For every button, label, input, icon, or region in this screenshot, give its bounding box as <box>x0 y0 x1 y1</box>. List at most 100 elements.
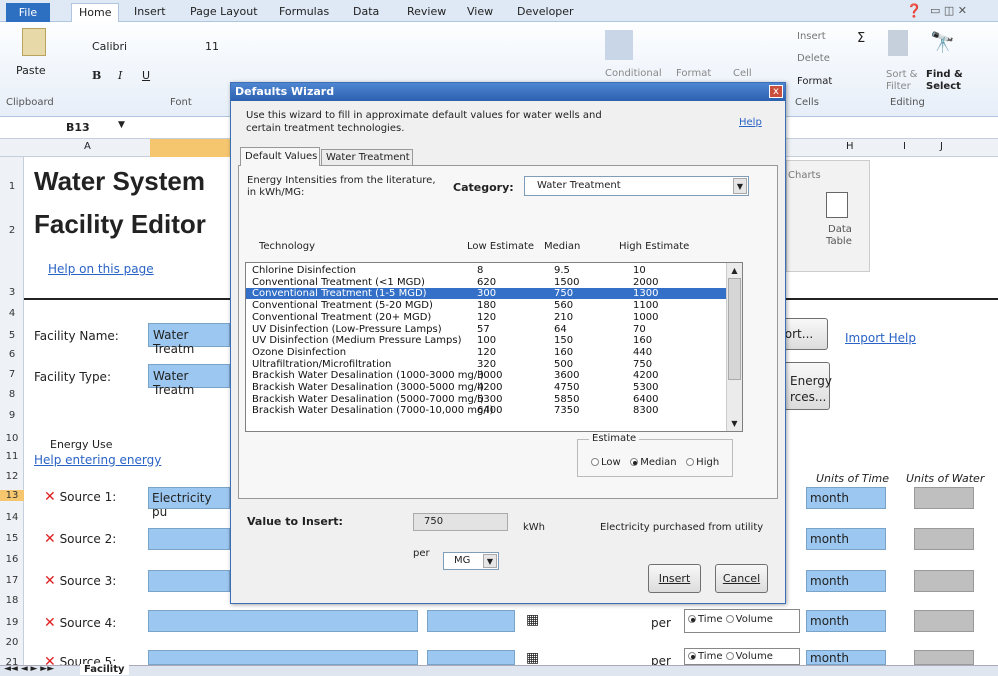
technology-list[interactable]: Chlorine Disinfection 8 9.5 10 Conventional … <box>245 262 743 432</box>
row-header[interactable]: 6 <box>0 349 24 360</box>
tab-insert[interactable]: Insert <box>127 3 173 22</box>
list-scrollbar[interactable]: ▲ ▼ <box>726 263 742 431</box>
font-size[interactable]: 11 <box>205 40 219 53</box>
delete-source-icon[interactable]: ✕ <box>44 615 56 631</box>
close-icon[interactable]: x <box>769 85 783 98</box>
sheet-nav-icon[interactable]: ◄◄ ◄ ► ►► <box>4 664 54 674</box>
row-header[interactable]: 11 <box>0 451 24 462</box>
find-label[interactable]: Find & <box>926 69 963 80</box>
low-radio[interactable] <box>591 458 599 466</box>
tab-page-layout[interactable]: Page Layout <box>183 3 265 22</box>
format-cells[interactable]: Format <box>797 76 832 87</box>
delete-source-icon[interactable]: ✕ <box>44 489 56 505</box>
volume-radio[interactable] <box>725 652 734 660</box>
units-water-cell[interactable] <box>914 528 974 550</box>
time-label[interactable]: Time <box>698 614 722 625</box>
paste-icon[interactable] <box>22 28 46 56</box>
sort-label[interactable]: Sort & <box>886 69 917 80</box>
list-item[interactable]: Brackish Water Desalination (1000-3000 m… <box>246 370 726 381</box>
units-time-cell[interactable]: month <box>806 528 886 550</box>
tab-water-treatment[interactable]: Water Treatment <box>321 149 413 166</box>
font-name[interactable]: Calibri <box>92 40 127 53</box>
units-time-cell[interactable]: month <box>806 570 886 592</box>
energy-button-line2[interactable]: rces... <box>790 390 826 404</box>
row-header[interactable]: 14 <box>0 512 24 523</box>
units-water-cell[interactable] <box>914 650 974 665</box>
time-label[interactable]: Time <box>698 651 722 662</box>
list-item[interactable]: Brackish Water Desalination (3000-5000 m… <box>246 382 726 393</box>
units-water-cell[interactable] <box>914 570 974 592</box>
list-item[interactable]: Brackish Water Desalination (7000-10,000… <box>246 405 726 416</box>
cancel-button[interactable]: Cancel <box>715 564 768 593</box>
column-b-selected[interactable] <box>150 139 230 157</box>
chevron-up-icon[interactable]: ▲ <box>728 264 741 277</box>
data-table-label-1[interactable]: Data <box>828 224 852 235</box>
sort-filter-icon[interactable] <box>888 30 908 56</box>
per-select[interactable]: MG ▼ <box>443 552 499 570</box>
source-4-input[interactable] <box>148 610 418 632</box>
autosum-icon[interactable]: Σ <box>857 31 865 46</box>
format-as-label[interactable]: Format <box>676 68 711 79</box>
source-2-input[interactable] <box>148 528 230 550</box>
row-header[interactable]: 7 <box>0 369 24 380</box>
help-link[interactable]: Help <box>739 117 762 128</box>
row-header[interactable]: 12 <box>0 471 24 482</box>
name-box[interactable]: B13 <box>66 121 90 134</box>
row-header[interactable]: 5 <box>0 330 24 341</box>
list-item[interactable]: Brackish Water Desalination (5000-7000 m… <box>246 394 726 405</box>
list-item[interactable]: Ozone Disinfection 120 160 440 <box>246 347 726 358</box>
list-item[interactable]: Conventional Treatment (5-20 MGD) 180 560 1… <box>246 300 726 311</box>
list-item[interactable]: UV Disinfection (Low-Pressure Lamps) 57 64… <box>246 324 726 335</box>
insert-cells[interactable]: Insert <box>797 31 826 42</box>
source-3-input[interactable] <box>148 570 230 592</box>
column-j[interactable]: J <box>940 141 943 152</box>
facility-type-input[interactable]: Water Treatm <box>148 364 230 397</box>
window-controls-icon[interactable]: ▭ ◫ ✕ <box>930 4 967 17</box>
row-header[interactable]: 20 <box>0 637 24 648</box>
select-label[interactable]: Select <box>926 81 961 92</box>
delete-source-icon[interactable]: ✕ <box>44 531 56 547</box>
chevron-down-icon[interactable]: ▼ <box>728 417 741 430</box>
row-header[interactable]: 2 <box>0 225 24 236</box>
conditional-format-icon[interactable] <box>605 30 633 60</box>
tab-view[interactable]: View <box>460 3 500 22</box>
source-1-input[interactable]: Electricity pu <box>148 487 230 519</box>
list-item[interactable]: Conventional Treatment (20+ MGD) 120 210 10… <box>246 312 726 323</box>
chevron-down-icon[interactable]: ▼ <box>733 178 747 194</box>
units-time-cell[interactable]: month <box>806 487 886 509</box>
time-radio[interactable] <box>688 652 696 660</box>
list-item[interactable]: Conventional Treatment (<1 MGD) 620 1500 20… <box>246 277 726 288</box>
high-radio[interactable] <box>686 458 695 466</box>
bold-icon[interactable]: B <box>92 69 101 82</box>
conditional-label[interactable]: Conditional <box>605 68 662 79</box>
facility-name-input[interactable]: Water Treatm <box>148 323 230 356</box>
units-time-cell[interactable]: month <box>806 650 886 665</box>
help-page-link[interactable]: Help on this page <box>48 262 154 276</box>
units-water-cell[interactable] <box>914 610 974 632</box>
sheet-tab-facility[interactable]: Facility <box>80 664 129 675</box>
row-header[interactable]: 8 <box>0 389 24 400</box>
volume-label[interactable]: Volume <box>736 614 773 625</box>
import-help-link[interactable]: Import Help <box>845 331 916 345</box>
name-box-dropdown-icon[interactable]: ▼ <box>118 120 125 130</box>
cell-styles-label[interactable]: Cell <box>733 68 752 79</box>
calculator-icon[interactable]: ▦ <box>526 612 539 628</box>
tab-home[interactable]: Home <box>71 3 120 22</box>
paste-label[interactable]: Paste <box>16 64 46 77</box>
column-a[interactable]: A <box>84 141 91 152</box>
italic-icon[interactable]: I <box>118 69 122 82</box>
row-header-selected[interactable]: 13 <box>0 490 24 501</box>
list-item[interactable]: Chlorine Disinfection 8 9.5 10 <box>246 265 726 276</box>
tab-default-values[interactable]: Default Values <box>240 147 320 166</box>
category-select[interactable]: Water Treatment ▼ <box>524 176 749 196</box>
value-field[interactable]: 750 <box>413 513 508 531</box>
row-header[interactable]: 16 <box>0 554 24 565</box>
row-header[interactable]: 18 <box>0 595 24 606</box>
units-water-cell[interactable] <box>914 487 974 509</box>
units-time-cell[interactable]: month <box>806 610 886 632</box>
chevron-down-icon[interactable]: ▼ <box>483 554 497 568</box>
source-5-input[interactable] <box>148 650 418 665</box>
row-header[interactable]: 17 <box>0 575 24 586</box>
source-4-amount[interactable] <box>427 610 515 632</box>
delete-source-icon[interactable]: ✕ <box>44 573 56 589</box>
